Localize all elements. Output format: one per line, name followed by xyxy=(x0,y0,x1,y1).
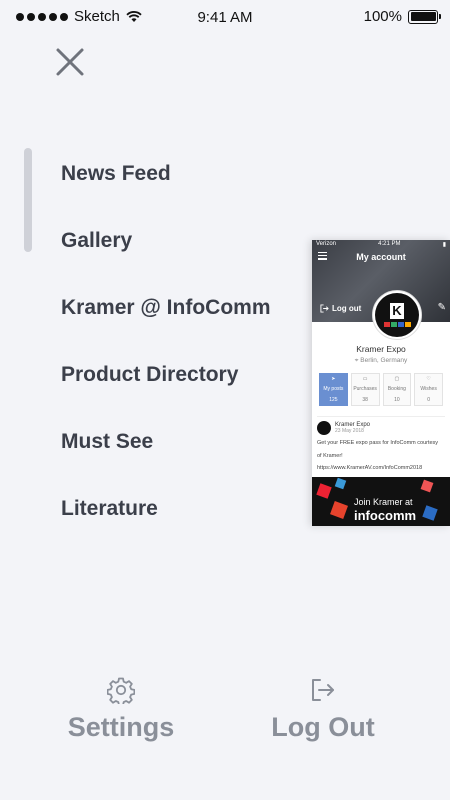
kramer-logo: K xyxy=(372,290,422,340)
stat-booking: ▢ Booking 10 xyxy=(382,373,412,406)
post-banner-image: Join Kramer at infocomm xyxy=(312,476,450,526)
stat-label: Booking xyxy=(387,386,406,393)
banner-line-1: Join Kramer at xyxy=(354,496,413,507)
logo-color-block xyxy=(390,322,397,327)
status-bar: Sketch 9:41 AM 100% xyxy=(0,0,450,34)
menu-item-kramer-infocomm[interactable]: Kramer @ InfoComm xyxy=(61,274,281,341)
menu-item-gallery[interactable]: Gallery xyxy=(61,207,281,274)
post-date: 23 May 2018 xyxy=(335,428,364,434)
menu-item-literature[interactable]: Literature xyxy=(61,475,281,542)
battery-level xyxy=(410,12,436,21)
preview-logout-label: Log out xyxy=(332,304,362,313)
battery-icon xyxy=(408,9,441,24)
preview-logout: Log out xyxy=(320,304,361,313)
preview-time: 4:21 PM xyxy=(378,241,401,247)
menu-item-news-feed[interactable]: News Feed xyxy=(61,140,281,207)
location-pin-icon: ⌖ xyxy=(354,357,359,364)
logout-icon xyxy=(320,304,329,313)
logo-color-block xyxy=(397,322,404,327)
post-avatar xyxy=(317,421,331,435)
post-header: Kramer Expo 23 May 2018 xyxy=(317,421,445,435)
preview-header: Verizon 4:21 PM ▮ My account Log out ✎ K xyxy=(312,240,450,340)
stat-value: 0 xyxy=(427,396,431,403)
logo-color-block xyxy=(404,322,411,327)
logout-button[interactable]: Log Out xyxy=(266,676,380,743)
scroll-indicator[interactable] xyxy=(24,148,32,252)
bag-icon: ▭ xyxy=(362,376,368,383)
side-menu: News Feed Gallery Kramer @ InfoComm Prod… xyxy=(61,140,281,542)
account-screen-preview[interactable]: Verizon 4:21 PM ▮ My account Log out ✎ K… xyxy=(312,240,450,526)
preview-post: Kramer Expo 23 May 2018 Get your FREE ex… xyxy=(312,416,450,526)
preview-carrier: Verizon xyxy=(316,241,337,247)
preview-status-bar: Verizon 4:21 PM ▮ xyxy=(312,240,450,249)
menu-item-product-directory[interactable]: Product Directory xyxy=(61,341,281,408)
send-icon: ➤ xyxy=(331,376,336,383)
menu-item-must-see[interactable]: Must See xyxy=(61,408,281,475)
stat-label: My posts xyxy=(323,386,344,393)
heart-icon: ♡ xyxy=(426,376,431,383)
logout-label: Log Out xyxy=(271,712,375,742)
close-icon xyxy=(56,48,84,76)
stat-value: 10 xyxy=(394,396,400,403)
stat-label: Wishes xyxy=(420,386,437,393)
logo-color-block xyxy=(383,322,390,327)
stat-my-posts: ➤ My posts 125 xyxy=(319,373,348,406)
settings-label: Settings xyxy=(67,712,175,742)
banner-line-2: infocomm xyxy=(354,507,417,523)
post-text-line-1: Get your FREE expo pass for InfoComm cou… xyxy=(317,440,439,446)
post-text-line-3: https://www.KramerAV.com/InfoComm2018 xyxy=(317,465,423,471)
stat-purchases: ▭ Purchases 38 xyxy=(350,373,380,406)
logout-icon xyxy=(312,679,334,701)
preview-profile-location: ⌖ Berlin, Germany xyxy=(312,357,450,365)
gear-icon xyxy=(107,677,135,704)
preview-location-text: Berlin, Germany xyxy=(360,357,408,364)
stat-value: 38 xyxy=(362,396,368,403)
close-button[interactable] xyxy=(52,44,88,80)
settings-button[interactable]: Settings xyxy=(66,676,176,743)
preview-stats: ➤ My posts 125 ▭ Purchases 38 ▢ Booking … xyxy=(312,373,450,406)
stat-wishes: ♡ Wishes 0 xyxy=(414,373,443,406)
stat-value: 125 xyxy=(329,396,338,403)
calendar-icon: ▢ xyxy=(394,376,400,383)
preview-battery-icon: ▮ xyxy=(442,242,446,248)
stat-label: Purchases xyxy=(353,386,377,393)
preview-title: My account xyxy=(356,252,406,262)
edit-icon: ✎ xyxy=(437,302,446,313)
preview-profile-name: Kramer Expo xyxy=(356,344,406,354)
battery-percent: 100% xyxy=(363,8,402,25)
status-right: 100% xyxy=(363,8,441,25)
post-text-line-2: of Kramer! xyxy=(317,452,343,459)
